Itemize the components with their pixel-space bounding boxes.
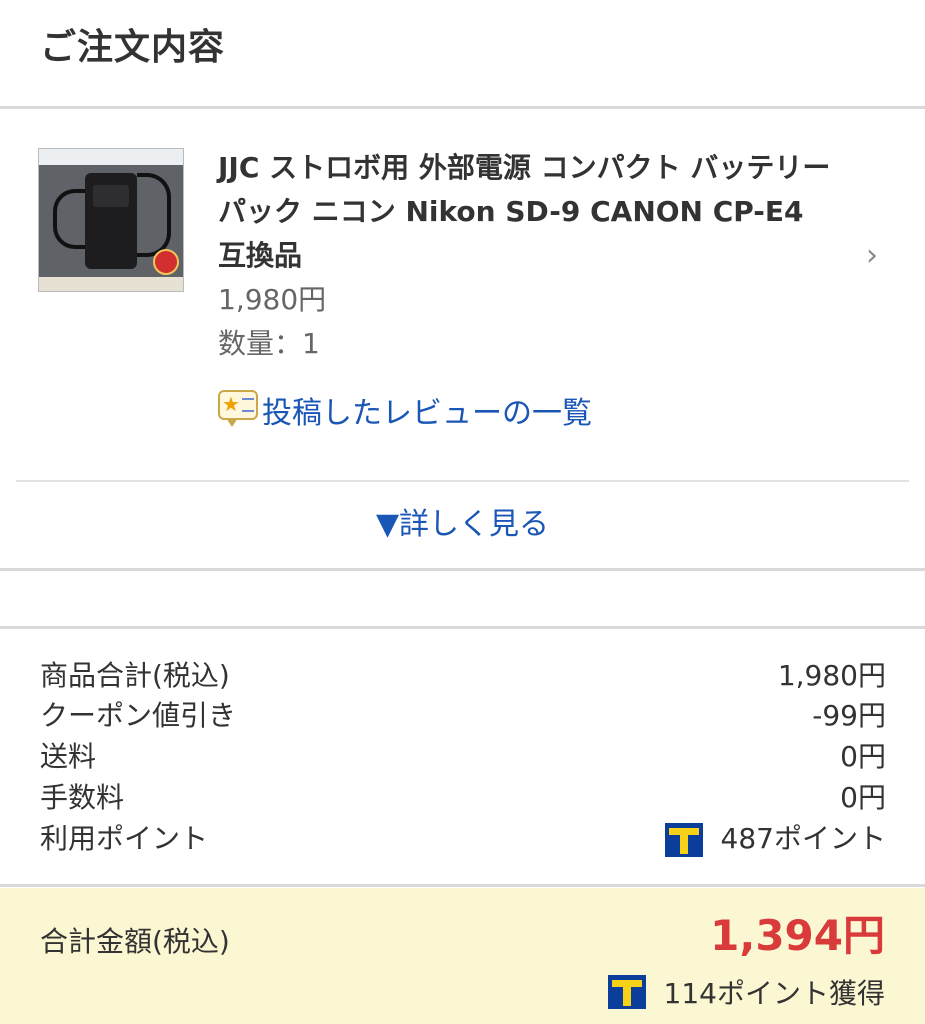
summary-row-shipping: 送料 0円 — [40, 735, 886, 777]
total-amount: 1,394円 — [710, 911, 885, 960]
summary-value: -99円 — [812, 699, 886, 732]
summary-value: 0円 — [840, 740, 886, 773]
t-point-icon — [607, 975, 646, 1009]
summary-row-fee: 手数料 0円 — [40, 776, 886, 818]
thumbnail-cable-left — [53, 189, 89, 249]
thumbnail-cable-right — [137, 173, 171, 257]
t-point-icon — [664, 823, 703, 857]
summary-label: 利用ポイント — [40, 822, 209, 855]
product-price: 1,980円 — [218, 283, 327, 316]
review-bubble-icon: ★ — [218, 390, 260, 430]
points-earned: 114ポイント獲得 — [607, 972, 885, 1012]
page-title: ご注文内容 — [40, 27, 226, 68]
section-divider — [0, 568, 925, 571]
points-used-value: 487ポイント — [720, 822, 886, 855]
review-list-link[interactable]: ★ 投稿したレビューの一覧 — [218, 386, 592, 434]
review-list-label: 投稿したレビューの一覧 — [262, 396, 592, 431]
total-label: 合計金額(税込) — [40, 925, 230, 958]
item-divider — [16, 480, 909, 482]
header-divider — [0, 106, 925, 109]
summary-value: 1,980円 — [777, 659, 886, 692]
points-earned-label: 114ポイント獲得 — [663, 977, 885, 1010]
thumbnail-battery-label — [93, 185, 129, 207]
product-quantity: 数量：1 — [218, 327, 320, 360]
thumbnail-caption-band — [39, 277, 183, 291]
summary-row-subtotal: 商品合計(税込) 1,980円 — [40, 654, 886, 696]
summary-row-points-used: 利用ポイント 487ポイント — [40, 817, 886, 859]
summary-top-divider — [0, 626, 925, 629]
total-divider — [0, 884, 925, 887]
show-more-link[interactable]: ▼詳しく見る — [0, 498, 925, 552]
summary-value: 0円 — [840, 781, 886, 814]
product-title[interactable]: JJC ストロボ用 外部電源 コンパクト バッテリーパック ニコン Nikon … — [218, 146, 838, 278]
chevron-right-icon[interactable]: › — [866, 238, 878, 273]
summary-label: 送料 — [40, 740, 97, 773]
summary-value: 487ポイント — [664, 817, 886, 857]
thumbnail-free-shipping-seal — [153, 249, 179, 275]
summary-label: 手数料 — [40, 781, 125, 814]
order-header: ご注文内容 — [0, 0, 925, 108]
thumbnail-banner — [39, 149, 183, 165]
summary-label: 商品合計(税込) — [40, 659, 230, 692]
product-thumbnail[interactable] — [38, 148, 184, 292]
order-total-box: 合計金額(税込) 1,394円 114ポイント獲得 — [0, 888, 925, 1024]
summary-label: クーポン値引き — [40, 699, 237, 732]
summary-row-coupon: クーポン値引き -99円 — [40, 694, 886, 736]
